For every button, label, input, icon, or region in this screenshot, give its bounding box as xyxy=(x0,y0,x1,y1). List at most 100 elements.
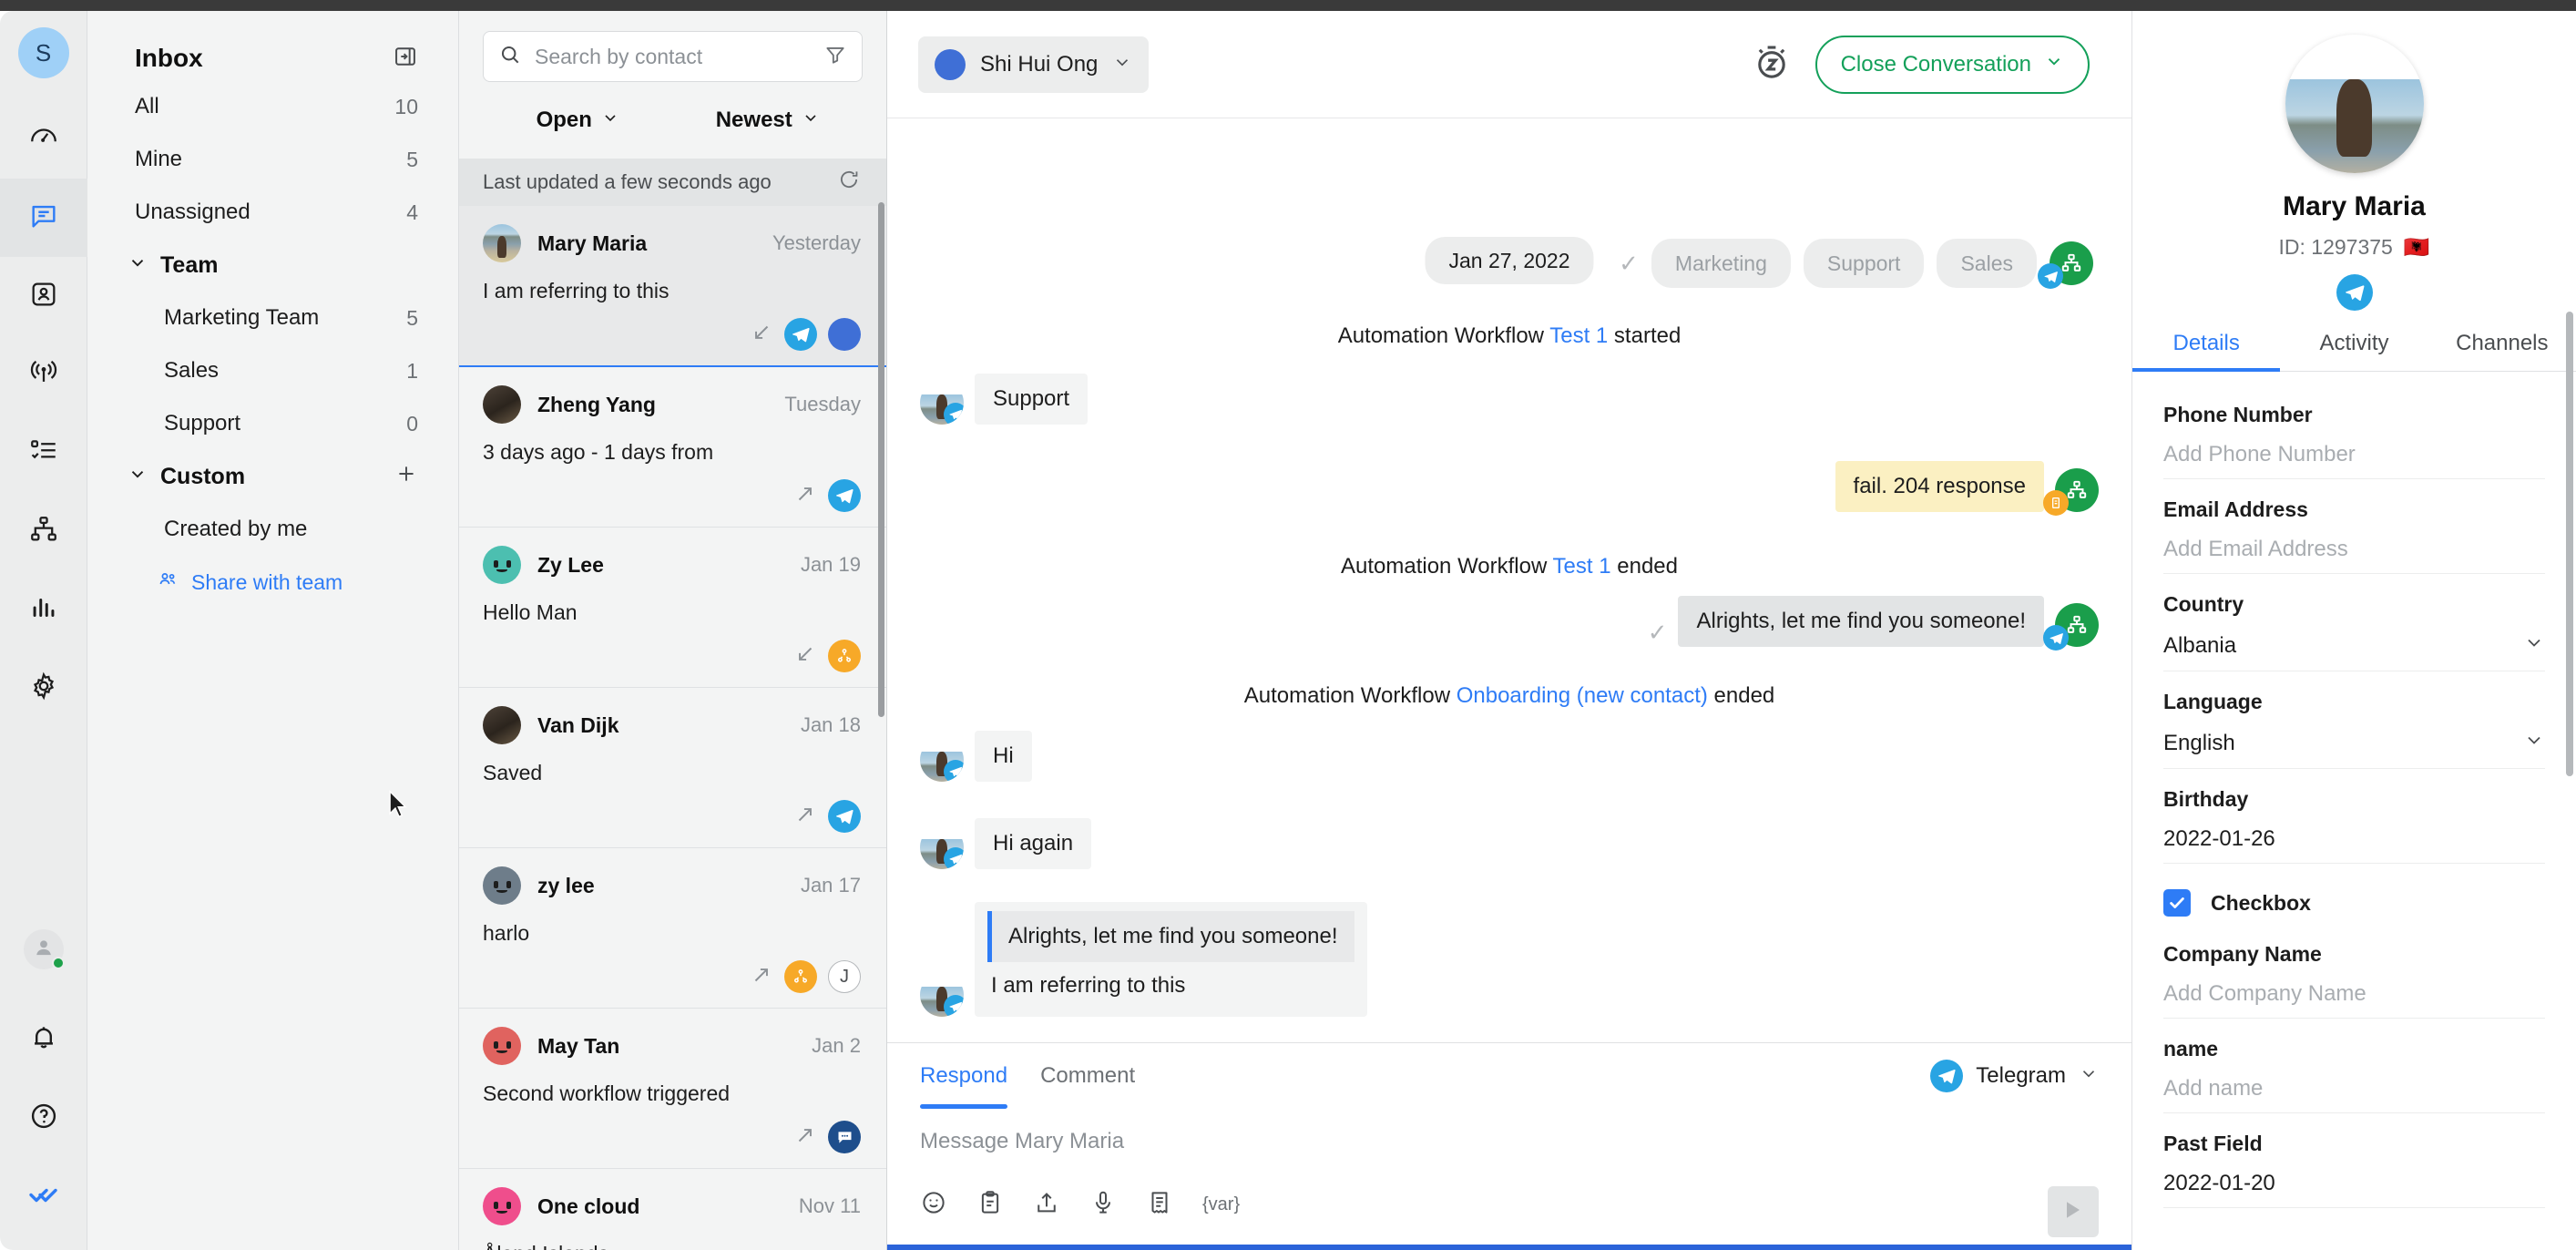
conversation-item-van-dijk[interactable]: Van Dijk Jan 18 Saved xyxy=(459,688,886,848)
note-icon[interactable] xyxy=(1146,1189,1173,1221)
field-value[interactable]: Add Email Address xyxy=(2163,537,2545,562)
field-label: Country xyxy=(2163,592,2545,617)
plus-icon[interactable] xyxy=(394,462,418,492)
checkbox-input[interactable] xyxy=(2163,889,2191,917)
contact-panel-scrollbar[interactable] xyxy=(2566,312,2573,776)
telegram-icon xyxy=(1930,1060,1963,1092)
chevron-down-icon xyxy=(2044,51,2064,77)
snooze-timer-icon[interactable] xyxy=(1752,42,1792,87)
nav-group-team[interactable]: Team xyxy=(87,239,458,292)
rail-item-reports[interactable] xyxy=(0,570,87,649)
tag-marketing[interactable]: Marketing xyxy=(1651,239,1791,288)
bell-icon xyxy=(28,1022,59,1058)
message-input[interactable]: Message Mary Maria xyxy=(920,1109,2099,1154)
tag-sales[interactable]: Sales xyxy=(1937,239,2037,288)
sort-filter-label: Newest xyxy=(716,108,792,133)
nav-row-unassigned[interactable]: Unassigned 4 xyxy=(87,186,458,239)
rail-item-broadcast[interactable] xyxy=(0,335,87,414)
message-thread[interactable]: Jan 27, 2022 ✓ Marketing Support Sales A… xyxy=(887,118,2131,1042)
close-conversation-label: Close Conversation xyxy=(1841,52,2031,77)
nav-row-all[interactable]: All 10 xyxy=(87,80,458,133)
field-value[interactable]: 2022-01-20 xyxy=(2163,1171,2545,1196)
avatar xyxy=(920,738,964,782)
field-select-country[interactable]: Albania xyxy=(2163,631,2545,660)
snippet-icon[interactable] xyxy=(976,1189,1004,1221)
conversation-item-zheng-yang[interactable]: Zheng Yang Tuesday 3 days ago - 1 days f… xyxy=(459,367,886,528)
collapse-panel-icon[interactable] xyxy=(393,44,418,74)
sort-filter-dropdown[interactable]: Newest xyxy=(673,108,864,133)
tag-support[interactable]: Support xyxy=(1804,239,1925,288)
nav-row-mine[interactable]: Mine 5 xyxy=(87,133,458,186)
system-message-onboarding-ended: Automation Workflow Onboarding (new cont… xyxy=(887,683,2131,709)
search-input[interactable]: Search by contact xyxy=(483,31,863,82)
conversation-item-one-cloud[interactable]: One cloud Nov 11 Åland Islands J xyxy=(459,1169,886,1250)
avatar xyxy=(483,706,521,744)
system-message-workflow-ended: Automation Workflow Test 1 ended xyxy=(887,554,2131,579)
nav-row-support[interactable]: Support 0 xyxy=(87,397,458,450)
conversation-item-zy-lee[interactable]: Zy Lee Jan 19 Hello Man xyxy=(459,528,886,688)
workflow-link[interactable]: Test 1 xyxy=(1549,323,1608,348)
variable-icon[interactable]: {var} xyxy=(1202,1194,1240,1215)
rail-item-workflows-list[interactable] xyxy=(0,414,87,492)
workflow-link[interactable]: Onboarding (new contact) xyxy=(1457,683,1708,708)
nav-group-custom[interactable]: Custom xyxy=(87,450,458,503)
workflow-link[interactable]: Test 1 xyxy=(1553,554,1611,579)
rail-item-settings[interactable] xyxy=(0,649,87,727)
question-circle-icon xyxy=(28,1101,59,1136)
nav-row-sales[interactable]: Sales 1 xyxy=(87,344,458,397)
tab-respond[interactable]: Respond xyxy=(920,1043,1007,1109)
tab-details[interactable]: Details xyxy=(2132,331,2280,371)
conversation-item-mary-maria[interactable]: Mary Maria Yesterday I am referring to t… xyxy=(459,206,886,367)
nav-row-label: Created by me xyxy=(164,517,307,542)
share-with-team-link[interactable]: Share with team xyxy=(87,556,458,609)
tab-comment[interactable]: Comment xyxy=(1040,1043,1135,1109)
field-checkbox[interactable]: Checkbox xyxy=(2163,864,2545,924)
rail-item-brand[interactable] xyxy=(0,1157,87,1235)
system-message-workflow-started: Automation Workflow Test 1 started xyxy=(887,323,2131,349)
conversation-item-zy-lee-lower[interactable]: zy lee Jan 17 harlo J xyxy=(459,848,886,1009)
tab-channels[interactable]: Channels xyxy=(2428,331,2576,371)
conversation-list-scrollbar[interactable] xyxy=(878,202,884,717)
telegram-icon xyxy=(2038,263,2063,289)
emoji-icon[interactable] xyxy=(920,1189,947,1221)
quoted-message[interactable]: Alrights, let me find you someone! xyxy=(987,911,1354,962)
nav-row-marketing-team[interactable]: Marketing Team 5 xyxy=(87,292,458,344)
message-incoming-hi: Hi xyxy=(920,731,1032,782)
rail-item-workflows[interactable] xyxy=(0,492,87,570)
status-filter-label: Open xyxy=(537,108,592,133)
nav-row-label: Support xyxy=(164,411,240,436)
tab-activity[interactable]: Activity xyxy=(2280,331,2428,371)
field-value[interactable]: 2022-01-26 xyxy=(2163,826,2545,852)
field-value[interactable]: Add name xyxy=(2163,1076,2545,1101)
telegram-icon[interactable] xyxy=(2336,274,2373,311)
workspace-logo[interactable]: S xyxy=(18,27,69,78)
field-select-language[interactable]: English xyxy=(2163,729,2545,757)
rail-item-contacts[interactable] xyxy=(0,257,87,335)
rail-item-help[interactable] xyxy=(0,1079,87,1157)
message-bubble-with-quote: Alrights, let me find you someone! I am … xyxy=(975,902,1367,1017)
funnel-icon[interactable] xyxy=(823,43,847,71)
conversation-name: zy lee xyxy=(537,874,784,898)
assignee-dropdown[interactable]: Shi Hui Ong xyxy=(918,36,1149,93)
send-button[interactable] xyxy=(2048,1186,2099,1237)
status-filter-dropdown[interactable]: Open xyxy=(483,108,673,133)
channel-selector[interactable]: Telegram xyxy=(1930,1060,2099,1092)
field-label: Language xyxy=(2163,690,2545,714)
field-value[interactable]: Add Phone Number xyxy=(2163,442,2545,467)
conversation-item-may-tan[interactable]: May Tan Jan 2 Second workflow triggered xyxy=(459,1009,886,1169)
chevron-down-icon xyxy=(1112,52,1132,77)
nav-row-created-by-me[interactable]: Created by me xyxy=(87,503,458,556)
contact-avatar[interactable] xyxy=(2285,35,2424,173)
rail-item-inbox[interactable] xyxy=(0,179,87,257)
sitemap-icon xyxy=(28,514,59,549)
upload-icon[interactable] xyxy=(1033,1189,1060,1221)
microphone-icon[interactable] xyxy=(1089,1189,1117,1221)
user-avatar[interactable] xyxy=(24,929,64,969)
refresh-icon[interactable] xyxy=(837,168,861,197)
conversation-scroll-area[interactable]: Mary Maria Yesterday I am referring to t… xyxy=(459,206,886,1250)
rail-item-dashboard[interactable] xyxy=(0,100,87,179)
rail-item-notifications[interactable] xyxy=(0,1000,87,1079)
field-birthday: Birthday 2022-01-26 xyxy=(2163,769,2545,864)
field-value[interactable]: Add Company Name xyxy=(2163,981,2545,1007)
close-conversation-button[interactable]: Close Conversation xyxy=(1815,36,2090,94)
